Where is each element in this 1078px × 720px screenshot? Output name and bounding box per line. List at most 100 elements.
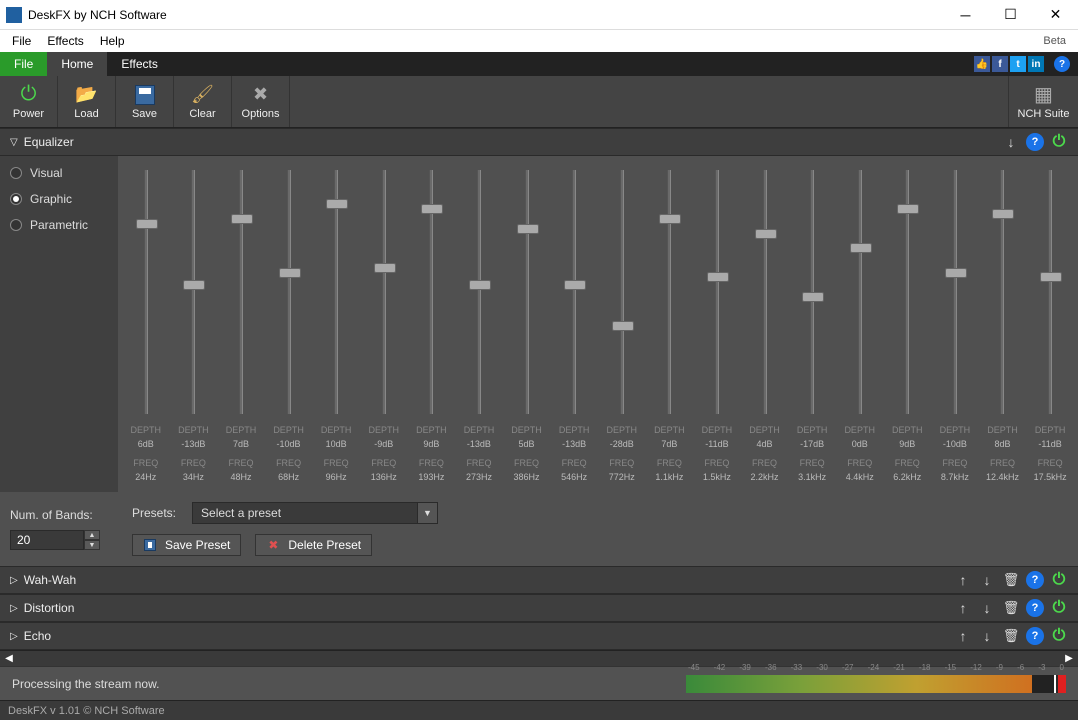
power-button[interactable]: ⏻ Power	[0, 76, 58, 127]
eq-slider[interactable]	[144, 170, 148, 414]
help-icon[interactable]: ?	[1054, 56, 1070, 72]
clear-button[interactable]: 🖌 Clear	[174, 76, 232, 127]
slider-thumb[interactable]	[612, 321, 634, 331]
eq-slider[interactable]	[620, 170, 624, 414]
move-down-icon[interactable]: ↓	[978, 571, 996, 589]
like-icon[interactable]: 👍	[974, 56, 990, 72]
move-up-icon[interactable]: ↑	[954, 571, 972, 589]
move-down-icon[interactable]: ↓	[978, 599, 996, 617]
eq-slider[interactable]	[287, 170, 291, 414]
slider-thumb[interactable]	[136, 219, 158, 229]
slider-thumb[interactable]	[517, 224, 539, 234]
trash-icon[interactable]: 🗑	[1002, 627, 1020, 645]
presets-label: Presets:	[132, 506, 176, 520]
menu-help[interactable]: Help	[92, 32, 133, 50]
num-bands-input[interactable]	[10, 530, 84, 550]
section-distortion[interactable]: ▷Distortion↑↓🗑?⏻	[0, 594, 1078, 622]
close-button[interactable]: ✕	[1033, 0, 1078, 30]
eq-mode-graphic[interactable]: Graphic	[10, 192, 108, 206]
move-up-icon[interactable]: ↑	[954, 627, 972, 645]
equalizer-body: Visual Graphic Parametric DEPTH6dBFREQ24Hz…	[0, 156, 1078, 492]
eq-slider[interactable]	[191, 170, 195, 414]
nch-suite-button[interactable]: ▦ NCH Suite	[1008, 76, 1078, 127]
eq-slider[interactable]	[1000, 170, 1004, 414]
slider-thumb[interactable]	[231, 214, 253, 224]
eq-slider[interactable]	[905, 170, 909, 414]
eq-slider[interactable]	[525, 170, 529, 414]
move-down-icon[interactable]: ↓	[978, 627, 996, 645]
linkedin-icon[interactable]: in	[1028, 56, 1044, 72]
section-echo[interactable]: ▷Echo↑↓🗑?⏻	[0, 622, 1078, 650]
slider-thumb[interactable]	[945, 268, 967, 278]
section-power-icon[interactable]: ⏻	[1050, 627, 1068, 645]
load-button[interactable]: 📂 Load	[58, 76, 116, 127]
scroll-left-icon[interactable]: ◀	[0, 653, 18, 664]
slider-thumb[interactable]	[374, 263, 396, 273]
eq-slider[interactable]	[1048, 170, 1052, 414]
eq-slider[interactable]	[953, 170, 957, 414]
num-bands-stepper[interactable]: ▲ ▼	[10, 530, 118, 550]
eq-slider[interactable]	[382, 170, 386, 414]
save-icon	[134, 84, 156, 106]
slider-thumb[interactable]	[183, 280, 205, 290]
menu-effects[interactable]: Effects	[39, 32, 91, 50]
options-button[interactable]: ✖ Options	[232, 76, 290, 127]
delete-preset-button[interactable]: ✖ Delete Preset	[255, 534, 372, 556]
maximize-button[interactable]: ☐	[988, 0, 1033, 30]
eq-slider[interactable]	[334, 170, 338, 414]
menu-file[interactable]: File	[4, 32, 39, 50]
trash-icon[interactable]: 🗑	[1002, 571, 1020, 589]
slider-thumb[interactable]	[659, 214, 681, 224]
eq-slider[interactable]	[429, 170, 433, 414]
eq-slider[interactable]	[763, 170, 767, 414]
move-down-icon[interactable]: ↓	[1002, 133, 1020, 151]
facebook-icon[interactable]: f	[992, 56, 1008, 72]
slider-thumb[interactable]	[802, 292, 824, 302]
tab-file[interactable]: File	[0, 52, 47, 76]
slider-thumb[interactable]	[326, 199, 348, 209]
tab-effects[interactable]: Effects	[107, 52, 171, 76]
eq-slider[interactable]	[239, 170, 243, 414]
preset-select[interactable]: Select a preset ▼	[192, 502, 438, 524]
eq-slider[interactable]	[477, 170, 481, 414]
spin-up-icon[interactable]: ▲	[84, 530, 100, 540]
eq-band-18: DEPTH8dBFREQ12.4kHz	[979, 170, 1027, 484]
slider-thumb[interactable]	[707, 272, 729, 282]
eq-slider[interactable]	[715, 170, 719, 414]
trash-icon[interactable]: 🗑	[1002, 599, 1020, 617]
section-power-icon[interactable]: ⏻	[1050, 599, 1068, 617]
section-help-icon[interactable]: ?	[1026, 133, 1044, 151]
section-help-icon[interactable]: ?	[1026, 627, 1044, 645]
eq-mode-parametric[interactable]: Parametric	[10, 218, 108, 232]
delete-icon: ✖	[266, 538, 280, 552]
section-help-icon[interactable]: ?	[1026, 571, 1044, 589]
eq-slider[interactable]	[810, 170, 814, 414]
save-button[interactable]: Save	[116, 76, 174, 127]
section-power-icon[interactable]: ⏻	[1050, 571, 1068, 589]
save-preset-button[interactable]: Save Preset	[132, 534, 241, 556]
twitter-icon[interactable]: t	[1010, 56, 1026, 72]
slider-thumb[interactable]	[897, 204, 919, 214]
section-wahwah[interactable]: ▷Wah-Wah↑↓🗑?⏻	[0, 566, 1078, 594]
slider-thumb[interactable]	[755, 229, 777, 239]
eq-slider[interactable]	[858, 170, 862, 414]
equalizer-header[interactable]: ▽ Equalizer ↓ ? ⏻	[0, 128, 1078, 156]
minimize-button[interactable]: ─	[943, 0, 988, 30]
move-up-icon[interactable]: ↑	[954, 599, 972, 617]
slider-thumb[interactable]	[564, 280, 586, 290]
slider-thumb[interactable]	[469, 280, 491, 290]
tab-home[interactable]: Home	[47, 52, 107, 76]
section-help-icon[interactable]: ?	[1026, 599, 1044, 617]
spin-down-icon[interactable]: ▼	[84, 540, 100, 550]
eq-slider[interactable]	[667, 170, 671, 414]
eq-slider[interactable]	[572, 170, 576, 414]
section-power-icon[interactable]: ⏻	[1050, 133, 1068, 151]
slider-thumb[interactable]	[279, 268, 301, 278]
slider-thumb[interactable]	[1040, 272, 1062, 282]
slider-thumb[interactable]	[850, 243, 872, 253]
eq-mode-visual[interactable]: Visual	[10, 166, 108, 180]
slider-thumb[interactable]	[992, 209, 1014, 219]
eq-band-0: DEPTH6dBFREQ24Hz	[122, 170, 170, 484]
slider-thumb[interactable]	[421, 204, 443, 214]
equalizer-mode-panel: Visual Graphic Parametric	[0, 156, 118, 492]
